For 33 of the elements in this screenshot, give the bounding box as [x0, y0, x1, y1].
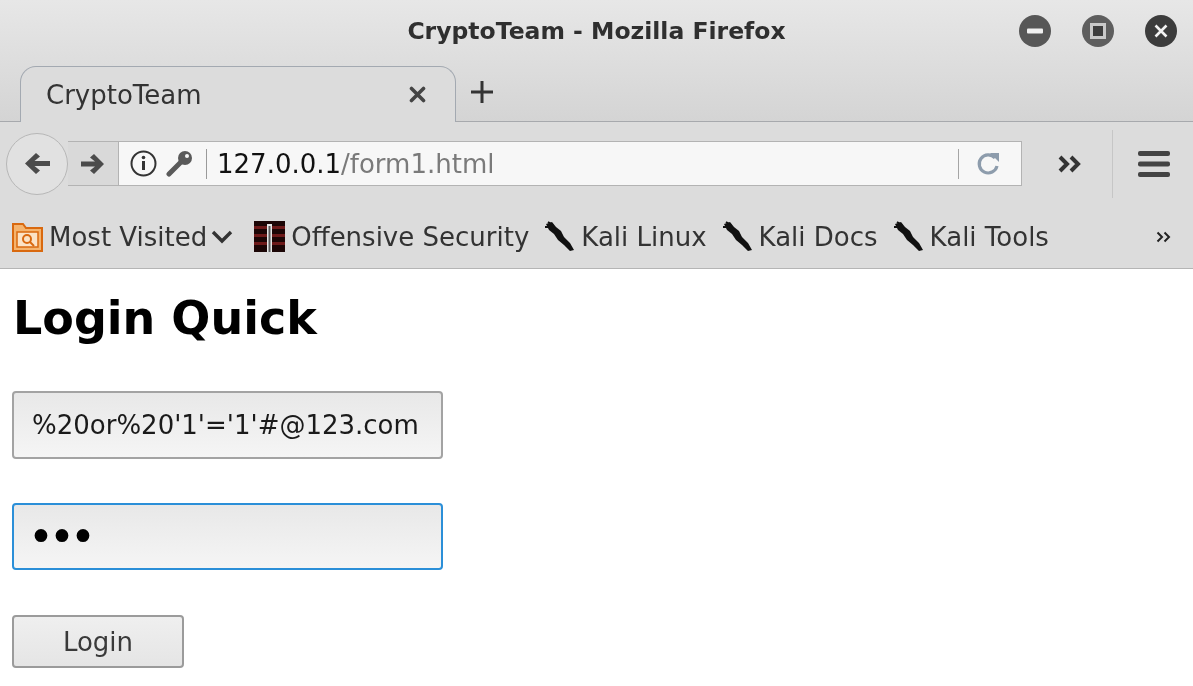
plus-icon[interactable] [470, 79, 494, 104]
site-icon [721, 221, 753, 252]
close-icon[interactable] [1145, 15, 1177, 47]
bookmark-item[interactable]: Most Visited [12, 221, 240, 252]
login-button[interactable]: Login [12, 615, 184, 668]
bookmark-item[interactable]: Kali Docs [721, 221, 878, 252]
bookmark-item[interactable]: Kali Tools [892, 221, 1049, 252]
folder-icon [12, 221, 43, 252]
double-chevron-icon[interactable] [1058, 154, 1082, 173]
tile-icon [254, 221, 286, 252]
address-field[interactable]: 127.0.0.1/form1.html [118, 141, 1022, 186]
maximize-icon[interactable] [1082, 15, 1114, 47]
arrow-right-icon [80, 152, 105, 175]
page-heading: Login Quick [13, 291, 317, 345]
chevron-down-icon [211, 229, 234, 244]
site-icon [892, 221, 924, 252]
double-chevron-icon[interactable] [1156, 230, 1171, 243]
url-text: 127.0.0.1/form1.html [217, 148, 495, 179]
menu-icon[interactable] [1138, 150, 1170, 177]
bookmark-item[interactable]: Offensive Security [254, 221, 530, 252]
key-icon[interactable] [166, 150, 193, 177]
info-icon[interactable] [130, 150, 157, 177]
browser-tab[interactable]: CryptoTeam [20, 66, 456, 122]
minimize-icon[interactable] [1019, 15, 1051, 47]
reload-icon[interactable] [976, 151, 1001, 176]
email-field[interactable]: %20or%20'1'='1'#@123.com [12, 391, 443, 459]
site-icon [544, 221, 576, 252]
password-field[interactable]: ••• [12, 503, 443, 570]
window-title: CryptoTeam - Mozilla Firefox [407, 17, 786, 45]
arrow-left-icon [23, 152, 51, 175]
bookmark-item[interactable]: Kali Linux [544, 221, 707, 252]
forward-button[interactable] [68, 141, 118, 186]
close-icon[interactable] [409, 86, 426, 103]
